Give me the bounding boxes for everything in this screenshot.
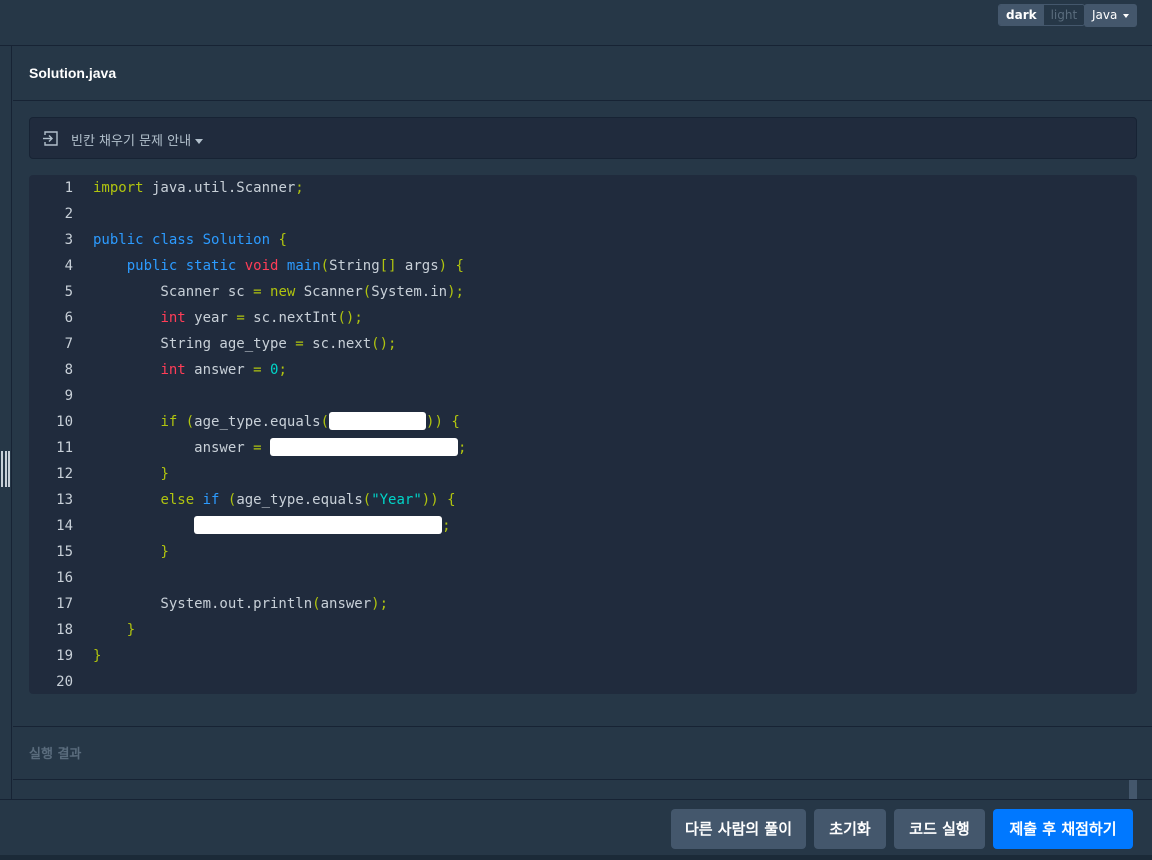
- result-title: 실행 결과: [29, 747, 82, 762]
- code-line: 10 if (age_type.equals()) {: [29, 409, 1137, 435]
- run-code-button[interactable]: 코드 실행: [894, 809, 985, 849]
- divider: [13, 779, 1152, 780]
- line-number: 9: [64, 388, 73, 404]
- others-solutions-button[interactable]: 다른 사람의 풀이: [671, 809, 806, 849]
- code-line: 20: [29, 669, 1137, 695]
- caret-down-icon: [195, 139, 204, 144]
- line-number: 8: [64, 362, 73, 378]
- code-line: 1 import java.util.Scanner;: [29, 175, 1137, 201]
- code-line: 17 System.out.println(answer);: [29, 591, 1137, 617]
- code-line: 2: [29, 201, 1137, 227]
- bottom-strip: [0, 855, 1152, 860]
- code-line: 9: [29, 383, 1137, 409]
- code-editor[interactable]: 1 import java.util.Scanner; 2 3 public cla…: [29, 175, 1137, 694]
- theme-dark-button[interactable]: dark: [999, 5, 1044, 25]
- theme-toggle: dark light: [998, 4, 1086, 26]
- code-line: 4 public static void main(String[] args)…: [29, 253, 1137, 279]
- code-line: 18 }: [29, 617, 1137, 643]
- code-line: 6 int year = sc.nextInt();: [29, 305, 1137, 331]
- top-toolbar: dark light Java: [0, 0, 1152, 46]
- action-footer: 다른 사람의 풀이 초기화 코드 실행 제출 후 채점하기: [0, 799, 1152, 860]
- line-number: 18: [56, 622, 73, 638]
- line-number: 12: [56, 466, 73, 482]
- line-number: 13: [56, 492, 73, 508]
- line-number: 16: [56, 570, 73, 586]
- code-line: 19}: [29, 643, 1137, 669]
- line-number: 14: [56, 518, 73, 534]
- code-line: 7 String age_type = sc.next();: [29, 331, 1137, 357]
- result-panel: 실행 결과: [13, 727, 1152, 799]
- blank-input-3[interactable]: [194, 516, 443, 534]
- line-number: 7: [64, 336, 73, 352]
- code-line: 15 }: [29, 539, 1137, 565]
- guide-label: 빈칸 채우기 문제 안내: [71, 134, 192, 149]
- file-name-tab[interactable]: Solution.java: [29, 65, 116, 81]
- code-line: 5 Scanner sc = new Scanner(System.in);: [29, 279, 1137, 305]
- code-line: 3 public class Solution {: [29, 227, 1137, 253]
- line-number: 2: [64, 206, 73, 222]
- line-number: 1: [64, 180, 73, 196]
- line-number: 11: [56, 440, 73, 456]
- line-number: 6: [64, 310, 73, 326]
- language-select-label: Java: [1092, 8, 1118, 22]
- editor-panel: Solution.java 빈칸 채우기 문제 안내 1 import java.…: [13, 46, 1152, 726]
- line-number: 3: [64, 232, 73, 248]
- blank-input-1[interactable]: [329, 412, 427, 430]
- reset-button[interactable]: 초기화: [814, 809, 886, 849]
- line-number: 15: [56, 544, 73, 560]
- chevron-down-icon: [1123, 13, 1130, 18]
- line-number: 17: [56, 596, 73, 612]
- line-number: 19: [56, 648, 73, 664]
- scrollbar[interactable]: [1129, 780, 1137, 799]
- code-line: 12 }: [29, 461, 1137, 487]
- code-line: 16: [29, 565, 1137, 591]
- submit-button[interactable]: 제출 후 채점하기: [993, 809, 1133, 849]
- code-line: 11 answer = ;: [29, 435, 1137, 461]
- code-line: 13 else if (age_type.equals("Year")) {: [29, 487, 1137, 513]
- blank-input-2[interactable]: [270, 438, 459, 456]
- code-line: 8 int answer = 0;: [29, 357, 1137, 383]
- line-number: 10: [56, 414, 73, 430]
- language-select[interactable]: Java: [1084, 4, 1138, 27]
- theme-light-button[interactable]: light: [1043, 5, 1085, 25]
- vertical-resize-handle[interactable]: [1, 451, 10, 487]
- fill-in-blank-guide-dropdown[interactable]: 빈칸 채우기 문제 안내: [29, 117, 1137, 159]
- left-panel-gutter: [0, 46, 12, 799]
- code-line: 14 ;: [29, 513, 1137, 539]
- enter-icon: [43, 131, 58, 146]
- line-number: 4: [64, 258, 73, 274]
- line-number: 5: [64, 284, 73, 300]
- file-tab-header: Solution.java: [13, 46, 1152, 101]
- line-number: 20: [56, 674, 73, 690]
